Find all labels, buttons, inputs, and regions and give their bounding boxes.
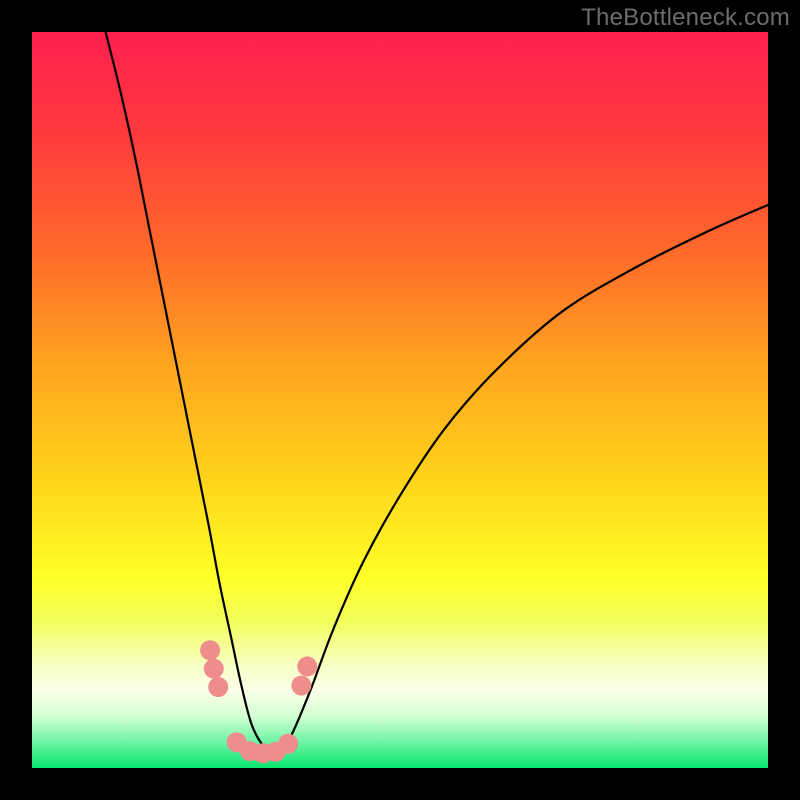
- plot-area: [32, 32, 768, 768]
- marker-dot: [278, 734, 298, 754]
- chart-frame: TheBottleneck.com: [0, 0, 800, 800]
- marker-dot: [208, 677, 228, 697]
- marker-dot: [204, 659, 224, 679]
- watermark-text: TheBottleneck.com: [581, 4, 790, 32]
- marker-dot: [200, 640, 220, 660]
- marker-dot: [291, 676, 311, 696]
- gradient-background: [32, 32, 768, 768]
- marker-dot: [297, 656, 317, 676]
- bottleneck-chart: [32, 32, 768, 768]
